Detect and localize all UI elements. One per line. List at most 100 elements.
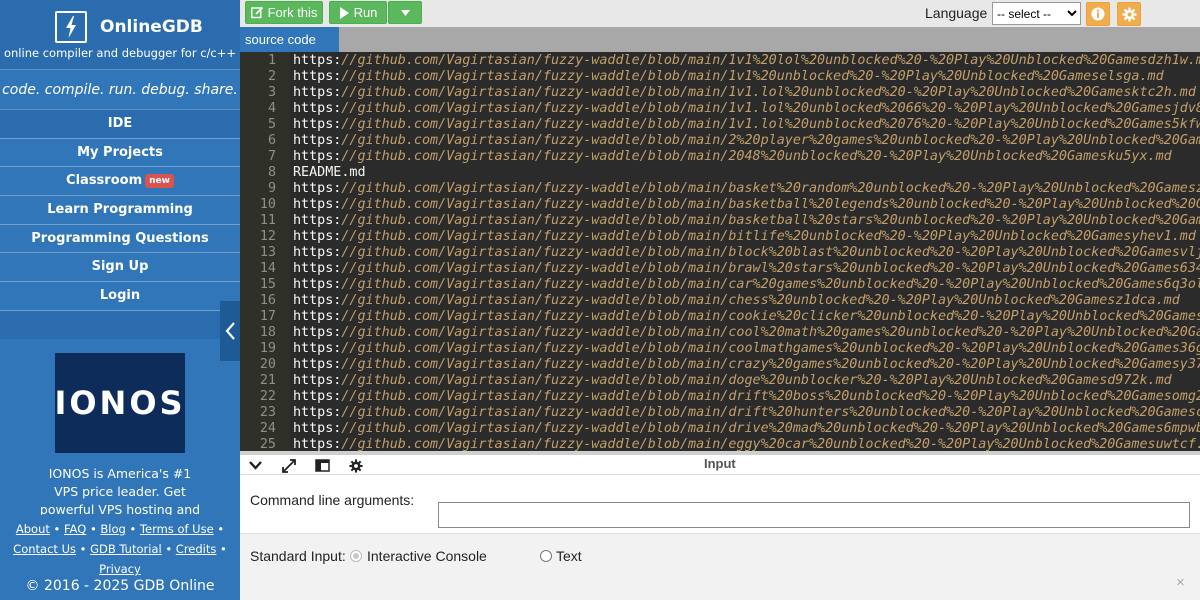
edit-icon	[250, 6, 263, 19]
bolt-logo-icon[interactable]	[55, 11, 87, 43]
fork-button[interactable]: Fork this	[245, 1, 323, 24]
separator: •	[165, 542, 173, 556]
ad-line: VPS price leader. Get	[54, 484, 186, 499]
code-line[interactable]: https://github.com/Vagirtasian/fuzzy-wad…	[293, 181, 1200, 197]
nav-programming-questions[interactable]: Programming Questions	[0, 225, 240, 254]
line-number: 17	[259, 309, 276, 324]
about-link[interactable]: About	[16, 522, 50, 536]
code-line[interactable]: https://github.com/Vagirtasian/fuzzy-wad…	[293, 133, 1200, 149]
info-button[interactable]	[1086, 2, 1110, 26]
code-token-comment: //github.com/Vagirtasian/fuzzy-waddle/bl…	[341, 213, 1200, 228]
nav-learn-programming[interactable]: Learn Programming	[0, 196, 240, 225]
line-number-gutter: 1 2 3 4 5 6 7 8 9 10 11 12 13 14 15 16 17 18 19 20 21 22 23 24 2…	[240, 52, 290, 451]
code-line[interactable]: https://github.com/Vagirtasian/fuzzy-wad…	[293, 405, 1200, 421]
run-options-dropdown[interactable]	[388, 1, 422, 24]
code-token-comment: //github.com/Vagirtasian/fuzzy-waddle/bl…	[341, 53, 1200, 68]
nav-ide-label: IDE	[107, 116, 133, 131]
args-row: Command line arguments:	[240, 475, 1200, 534]
code-token-comment: //github.com/Vagirtasian/fuzzy-waddle/bl…	[341, 325, 1200, 340]
code-area[interactable]: https://github.com/Vagirtasian/fuzzy-wad…	[293, 52, 1200, 451]
new-badge: new	[145, 174, 174, 189]
command-line-args-input[interactable]	[438, 502, 1190, 528]
interactive-console-label[interactable]: Interactive Console	[367, 548, 487, 564]
code-line[interactable]: https://github.com/Vagirtasian/fuzzy-wad…	[293, 421, 1200, 437]
separator: •	[220, 542, 227, 556]
code-token-comment: //github.com/Vagirtasian/fuzzy-waddle/bl…	[341, 85, 1196, 100]
language-select[interactable]: -- select --	[992, 2, 1081, 25]
separator: •	[79, 542, 87, 556]
faq-link[interactable]: FAQ	[64, 522, 86, 536]
code-line[interactable]: https://github.com/Vagirtasian/fuzzy-wad…	[293, 437, 1200, 451]
code-token-protocol: https:	[293, 85, 342, 100]
code-line[interactable]: https://github.com/Vagirtasian/fuzzy-wad…	[293, 245, 1200, 261]
nav-login[interactable]: Login	[0, 282, 240, 311]
code-line[interactable]: https://github.com/Vagirtasian/fuzzy-wad…	[293, 101, 1200, 117]
run-button[interactable]: Run	[329, 1, 387, 24]
stdin-label: Standard Input:	[250, 548, 346, 564]
code-token-protocol: https:	[293, 197, 342, 212]
expand-icon[interactable]	[281, 458, 297, 473]
code-line[interactable]: https://github.com/Vagirtasian/fuzzy-wad…	[293, 69, 1200, 85]
code-line[interactable]: https://github.com/Vagirtasian/fuzzy-wad…	[293, 197, 1200, 213]
code-line[interactable]: https://github.com/Vagirtasian/fuzzy-wad…	[293, 53, 1200, 69]
close-icon[interactable]: ×	[1176, 574, 1185, 591]
code-token-protocol: https:	[293, 229, 342, 244]
terms-link[interactable]: Terms of Use	[140, 522, 214, 536]
ad-logo[interactable]: IONOS	[54, 353, 186, 453]
gdb-tutorial-link[interactable]: GDB Tutorial	[90, 542, 162, 556]
gear-icon[interactable]	[348, 458, 364, 473]
layout-icon[interactable]	[314, 458, 330, 473]
code-line[interactable]: README.md	[293, 165, 1200, 181]
code-token-protocol: https:	[293, 117, 342, 132]
code-token-comment: //github.com/Vagirtasian/fuzzy-waddle/bl…	[341, 197, 1200, 212]
code-line[interactable]: https://github.com/Vagirtasian/fuzzy-wad…	[293, 309, 1200, 325]
nav-classroom[interactable]: Classroom new	[0, 167, 240, 197]
credits-link[interactable]: Credits	[176, 542, 217, 556]
nav-ide[interactable]: IDE	[0, 110, 240, 139]
collapse-sidebar-button[interactable]	[220, 301, 240, 361]
code-token-protocol: https:	[293, 293, 342, 308]
code-token-comment: //github.com/Vagirtasian/fuzzy-waddle/bl…	[341, 309, 1200, 324]
code-token-protocol: https:	[293, 69, 342, 84]
ad-logo-text: IONOS	[54, 384, 186, 422]
contact-link[interactable]: Contact Us	[13, 542, 76, 556]
tab-source-code[interactable]: source code	[240, 27, 339, 52]
top-toolbar: Fork this Run Language -- select --	[240, 0, 1200, 27]
code-line[interactable]: https://github.com/Vagirtasian/fuzzy-wad…	[293, 357, 1200, 373]
text-radio[interactable]	[540, 550, 552, 562]
copyright: © 2016 - 2025 GDB Online	[25, 578, 215, 594]
code-editor[interactable]: 1 2 3 4 5 6 7 8 9 10 11 12 13 14 15 16 17 18 19 20 21 22 23 24 2…	[240, 52, 1200, 451]
code-line[interactable]: https://github.com/Vagirtasian/fuzzy-wad…	[293, 117, 1200, 133]
code-line[interactable]: https://github.com/Vagirtasian/fuzzy-wad…	[293, 261, 1200, 277]
code-token-protocol: https:	[293, 437, 342, 451]
code-line[interactable]: https://github.com/Vagirtasian/fuzzy-wad…	[293, 213, 1200, 229]
code-line[interactable]: https://github.com/Vagirtasian/fuzzy-wad…	[293, 389, 1200, 405]
chevron-down-icon[interactable]	[247, 458, 263, 473]
code-line[interactable]: https://github.com/Vagirtasian/fuzzy-wad…	[293, 149, 1200, 165]
interactive-console-radio[interactable]	[350, 550, 362, 562]
caret-down-icon	[400, 9, 410, 16]
brand-name[interactable]: OnlineGDB	[100, 17, 203, 37]
line-number: 10	[259, 197, 276, 212]
args-label: Command line arguments:	[250, 492, 415, 508]
blog-link[interactable]: Blog	[100, 522, 125, 536]
separator: •	[129, 522, 137, 536]
ad-text[interactable]: IONOS is America's #1 VPS price leader. …	[0, 465, 240, 515]
code-line[interactable]: https://github.com/Vagirtasian/fuzzy-wad…	[293, 293, 1200, 309]
input-panel: Input Command line arguments: Standard I…	[240, 455, 1200, 600]
code-line[interactable]: https://github.com/Vagirtasian/fuzzy-wad…	[293, 277, 1200, 293]
code-line[interactable]: https://github.com/Vagirtasian/fuzzy-wad…	[293, 229, 1200, 245]
code-line[interactable]: https://github.com/Vagirtasian/fuzzy-wad…	[293, 373, 1200, 389]
code-token-protocol: https:	[293, 389, 342, 404]
code-line[interactable]: https://github.com/Vagirtasian/fuzzy-wad…	[293, 325, 1200, 341]
line-number: 14	[259, 261, 276, 276]
stdin-row: Standard Input: Interactive Console Text…	[240, 534, 1200, 599]
nav-sign-up[interactable]: Sign Up	[0, 253, 240, 283]
code-line[interactable]: https://github.com/Vagirtasian/fuzzy-wad…	[293, 341, 1200, 357]
code-token-comment: //github.com/Vagirtasian/fuzzy-waddle/bl…	[341, 373, 1172, 388]
code-line[interactable]: https://github.com/Vagirtasian/fuzzy-wad…	[293, 85, 1200, 101]
privacy-link[interactable]: Privacy	[99, 562, 141, 576]
nav-my-projects[interactable]: My Projects	[0, 139, 240, 168]
text-label[interactable]: Text	[556, 548, 582, 564]
settings-button[interactable]	[1117, 2, 1141, 26]
